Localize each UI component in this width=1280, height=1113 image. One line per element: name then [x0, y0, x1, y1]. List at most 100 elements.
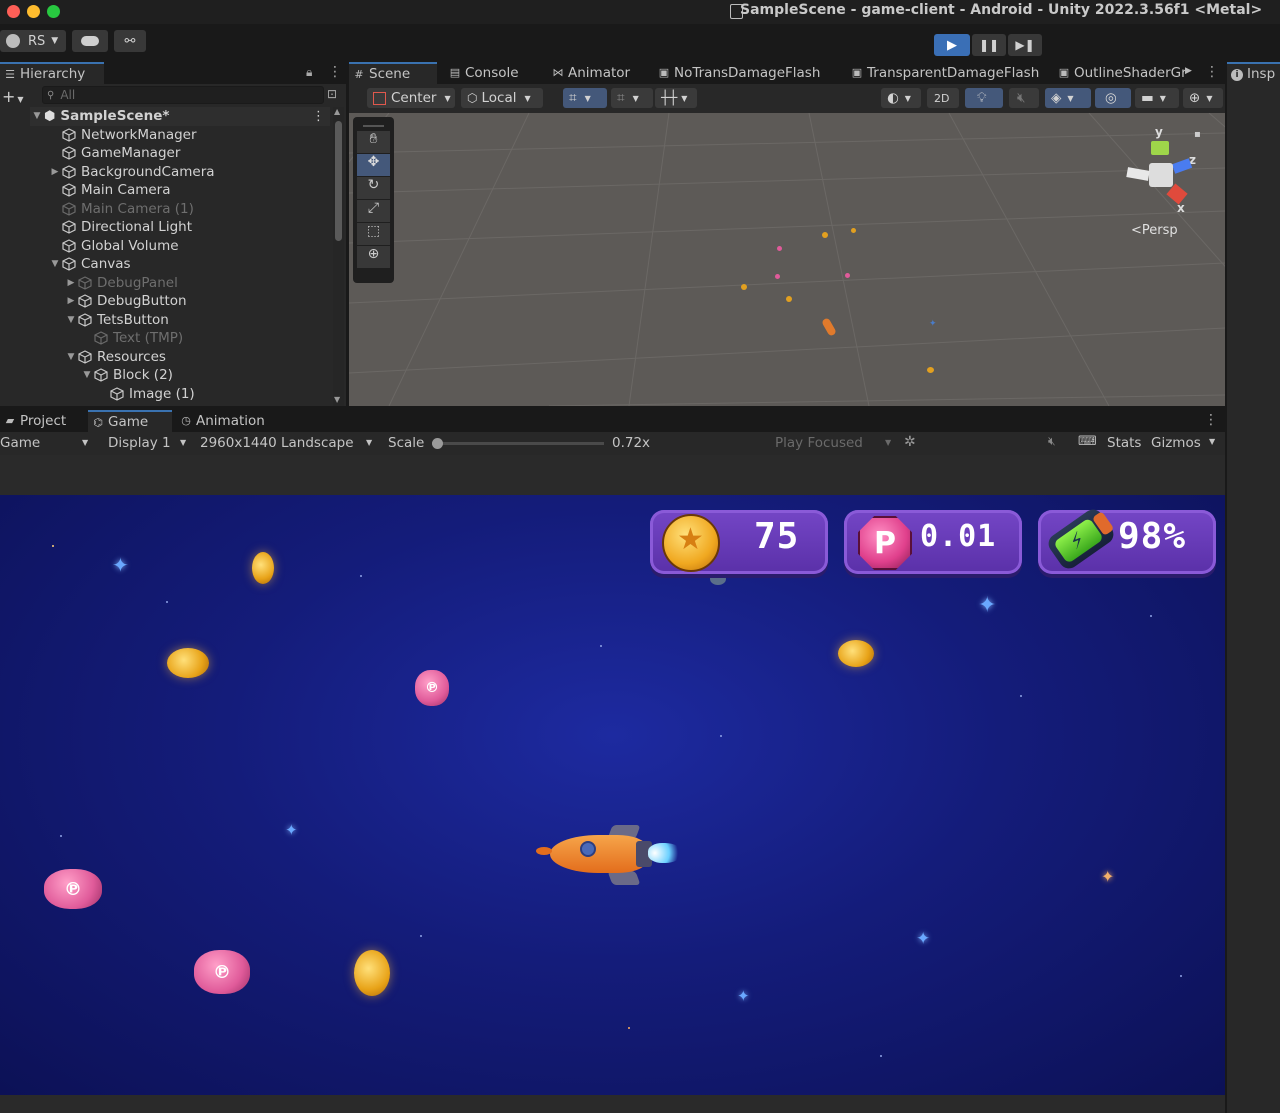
pivot-dropdown[interactable]: Center ▼ — [367, 88, 455, 108]
gizmos-toggle[interactable]: Gizmos — [1151, 435, 1201, 451]
orientation-gizmo[interactable]: y z x ▪ — [1125, 125, 1205, 225]
scene-gem-object[interactable] — [777, 246, 782, 251]
scene-viewport[interactable]: ✋︎ ✥ ↻ ⤢ ⬚ ⊕ ✦ y z x ▪ <Persp — [349, 113, 1225, 406]
rotate-tool-button[interactable]: ↻ — [357, 177, 390, 199]
more-options-icon[interactable]: ⋮ — [312, 109, 325, 124]
scene-visibility-toggle[interactable]: ◎ — [1095, 88, 1131, 108]
more-options-icon[interactable]: ⋮ — [1205, 64, 1219, 80]
scene-coin-object[interactable] — [822, 232, 828, 238]
expand-arrow-icon[interactable]: ▼ — [48, 259, 62, 269]
gizmos-dropdown[interactable]: ⊕ ▼ — [1183, 88, 1223, 108]
hierarchy-scrollbar[interactable]: ▲ ▼ — [333, 107, 344, 406]
tree-item[interactable]: ▶ BackgroundCamera — [48, 163, 215, 182]
gizmo-lock-icon[interactable]: ▪ — [1194, 129, 1201, 140]
step-button[interactable]: ▶❚ — [1008, 34, 1042, 56]
tree-item[interactable]: Main Camera — [48, 181, 171, 200]
expand-arrow-icon[interactable]: ▶ — [64, 278, 78, 288]
tree-item[interactable]: GameManager — [48, 144, 180, 163]
scene-gem-object[interactable] — [775, 274, 780, 279]
effects-dropdown[interactable]: ◈ ▼ — [1045, 88, 1091, 108]
grid-snap-button[interactable]: ⌗ ▼ — [563, 88, 607, 108]
hierarchy-search-input[interactable]: ⚲ All — [42, 86, 324, 104]
search-options-icon[interactable]: ⊡ — [327, 87, 337, 101]
scroll-down-icon[interactable]: ▼ — [334, 395, 340, 404]
tab-notransdamageflash[interactable]: ▣ NoTransDamageFlash — [654, 62, 821, 84]
space-dropdown[interactable]: ⬡ Local ▼ — [461, 88, 543, 108]
tree-item-disabled[interactable]: Main Camera (1) — [48, 200, 194, 219]
more-options-icon[interactable]: ⋮ — [328, 64, 342, 80]
scale-slider[interactable] — [432, 438, 604, 449]
account-dropdown[interactable]: RS ▼ — [0, 30, 66, 52]
tree-item-disabled[interactable]: Text (TMP) — [80, 329, 183, 348]
gizmo-z-handle[interactable] — [1171, 158, 1193, 174]
projection-toggle[interactable]: <Persp — [1131, 223, 1178, 238]
version-control-button[interactable]: ⚯ — [114, 30, 146, 52]
grid-visibility-button[interactable]: ⌗ ▼ — [611, 88, 653, 108]
increment-snap-button[interactable]: ┼┼ ▼ — [655, 88, 697, 108]
move-tool-button[interactable]: ✥ — [357, 154, 390, 176]
scroll-up-icon[interactable]: ▲ — [334, 107, 340, 116]
lock-icon[interactable]: 🔒︎ — [306, 65, 312, 80]
camera-settings-dropdown[interactable]: ▬ ▼ — [1135, 88, 1179, 108]
cloud-button[interactable] — [72, 30, 108, 52]
tree-item-scene[interactable]: ▼ ⬢ SampleScene* ⋮ — [30, 107, 330, 126]
tree-item[interactable]: Image (1) — [96, 385, 195, 404]
display-dropdown[interactable]: Display 1 ▼ — [108, 435, 192, 451]
tree-item[interactable]: ▼ Block (2) — [80, 366, 173, 385]
scene-coin-object[interactable] — [851, 228, 856, 233]
scale-slider-thumb[interactable] — [432, 438, 443, 449]
shading-mode-dropdown[interactable]: ◐ ▼ — [881, 88, 921, 108]
hand-tool-button[interactable]: ✋︎ — [357, 131, 390, 153]
resolution-dropdown[interactable]: 2960x1440 Landscape ▼ — [200, 435, 376, 451]
more-options-icon[interactable]: ⋮ — [1204, 412, 1218, 428]
audio-toggle[interactable]: 🔇︎ — [1009, 88, 1039, 108]
view-type-dropdown[interactable]: Game ▼ — [0, 435, 94, 451]
tree-item[interactable]: ▼ TetsButton — [64, 311, 169, 330]
tree-item-disabled[interactable]: ▶ DebugPanel — [64, 274, 178, 293]
tree-item[interactable]: Global Volume — [48, 237, 179, 256]
chevron-down-icon[interactable]: ▼ — [1209, 437, 1215, 446]
tab-hierarchy[interactable]: ☰ Hierarchy — [0, 62, 104, 84]
tree-item[interactable]: Directional Light — [48, 218, 192, 237]
minimize-window-button[interactable] — [27, 5, 40, 18]
scene-gem-object[interactable] — [845, 273, 850, 278]
keyboard-icon[interactable]: ⌨ — [1078, 434, 1097, 449]
expand-arrow-icon[interactable]: ▼ — [64, 352, 78, 362]
zoom-window-button[interactable] — [47, 5, 60, 18]
gizmo-center-cube[interactable] — [1149, 163, 1173, 187]
expand-arrow-icon[interactable]: ▼ — [30, 111, 44, 121]
tab-transparentdamageflash[interactable]: ▣ TransparentDamageFlash — [847, 62, 1039, 84]
close-window-button[interactable] — [7, 5, 20, 18]
tree-item[interactable]: NetworkManager — [48, 126, 197, 145]
tree-item[interactable]: ▶ DebugButton — [64, 292, 187, 311]
audio-muted-icon[interactable]: 🔇︎ — [1048, 434, 1056, 449]
tab-console[interactable]: ▤ Console — [445, 62, 519, 84]
expand-arrow-icon[interactable]: ▼ — [64, 315, 78, 325]
tab-game[interactable]: ⌬ Game — [88, 410, 172, 432]
expand-arrow-icon[interactable]: ▶ — [64, 296, 78, 306]
tree-item[interactable]: ▼ Canvas — [48, 255, 131, 274]
expand-arrow-icon[interactable]: ▶ — [48, 167, 62, 177]
scrollbar-thumb[interactable] — [335, 121, 342, 241]
tab-project[interactable]: ▰ Project — [0, 410, 66, 432]
scene-coin-object[interactable] — [741, 284, 747, 290]
scale-tool-button[interactable]: ⤢ — [357, 200, 390, 222]
transform-tool-button[interactable]: ⊕ — [357, 246, 390, 268]
add-object-button[interactable]: + ▼ — [2, 87, 24, 106]
play-button[interactable]: ▶ — [934, 34, 970, 56]
tree-item[interactable]: ▼ Resources — [64, 348, 166, 367]
rect-tool-button[interactable]: ⬚ — [357, 223, 390, 245]
game-viewport[interactable]: ✦ ✦ ✦ ✦ ✦ ✦ ℗ ℗ ℗ ★ 75 P 0.01 ⚡︎ 98% — [0, 495, 1225, 1095]
scene-star-object[interactable]: ✦ — [929, 319, 937, 329]
gizmo-y-handle[interactable] — [1151, 141, 1169, 155]
play-mode-dropdown[interactable]: Play Focused ▼ — [775, 435, 895, 451]
tab-overflow-arrow-icon[interactable]: ▶ — [1185, 66, 1192, 76]
tab-inspector[interactable]: i Insp — [1227, 62, 1280, 84]
tab-outlineshadergraph[interactable]: ▣ OutlineShaderGr — [1054, 62, 1194, 84]
tab-animation[interactable]: ◷ Animation — [176, 410, 265, 432]
gizmo-neg-x-handle[interactable] — [1126, 167, 1150, 181]
palette-handle[interactable] — [363, 119, 384, 127]
lighting-toggle[interactable]: 💡︎ — [965, 88, 1003, 108]
scene-coin-object[interactable] — [927, 367, 934, 373]
tab-animator[interactable]: ⋈ Animator — [548, 62, 631, 84]
